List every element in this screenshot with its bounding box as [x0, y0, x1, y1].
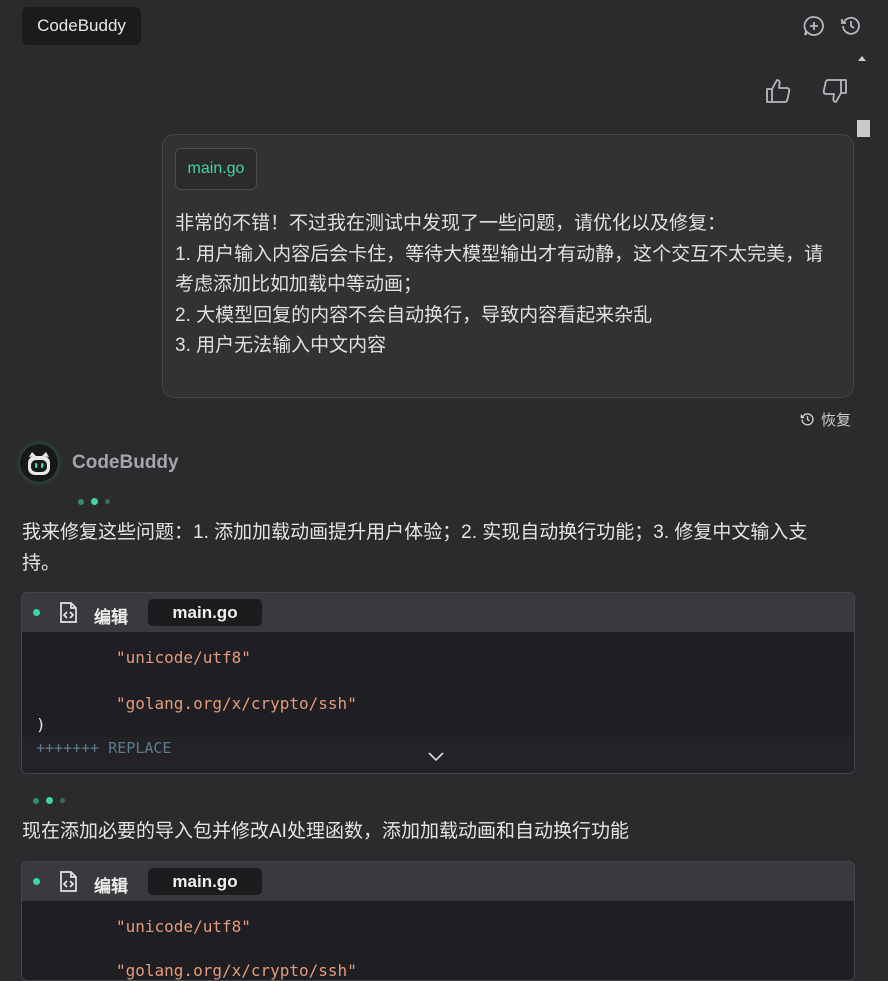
- dot: [60, 798, 65, 803]
- code-file-icon: [59, 602, 78, 628]
- assistant-text: 我来修复这些问题：1. 添加加载动画提升用户体验；2. 实现自动换行功能；3. …: [22, 517, 842, 579]
- message-line: 3. 用户无法输入中文内容: [175, 335, 387, 356]
- user-message-text: 非常的不错！不过我在测试中发现了一些问题，请优化以及修复： 1. 用户输入内容后…: [175, 209, 845, 362]
- dot: [105, 499, 110, 504]
- edit-block-header[interactable]: 编辑 main.go: [22, 862, 854, 901]
- code-line: ): [36, 715, 46, 734]
- code-line: "golang.org/x/crypto/ssh": [116, 961, 357, 980]
- edit-block: 编辑 main.go "unicode/utf8" "golang.org/x/…: [21, 592, 855, 774]
- file-chip[interactable]: main.go: [175, 148, 257, 190]
- scroll-up-arrow[interactable]: [858, 56, 866, 61]
- code-line: +++++++ REPLACE: [36, 739, 172, 757]
- restore-button[interactable]: 恢复: [800, 409, 851, 430]
- file-name-badge[interactable]: main.go: [148, 599, 262, 626]
- dot: [46, 797, 53, 804]
- dot: [33, 797, 39, 804]
- code-line: "golang.org/x/crypto/ssh": [116, 694, 357, 713]
- edit-block: 编辑 main.go "unicode/utf8" "golang.org/x/…: [21, 861, 855, 981]
- text-line: 持。: [22, 553, 61, 574]
- edit-label: 编辑: [94, 608, 128, 627]
- dot: [78, 498, 84, 505]
- thinking-dots: [78, 498, 110, 505]
- status-dot: [33, 878, 40, 885]
- restore-label: 恢复: [821, 412, 852, 429]
- code-line: "unicode/utf8": [116, 917, 251, 936]
- bot-avatar-icon: [28, 452, 50, 475]
- code-file-icon: [59, 871, 78, 897]
- thumbs-down-icon[interactable]: [821, 77, 849, 105]
- scrollbar-thumb[interactable]: [857, 120, 870, 137]
- message-line: 非常的不错！不过我在测试中发现了一些问题，请优化以及修复：: [175, 213, 727, 234]
- message-line: 2. 大模型回复的内容不会自动换行，导致内容看起来杂乱: [175, 304, 653, 326]
- status-dot: [33, 609, 40, 616]
- text-line: 我来修复这些问题：1. 添加加载动画提升用户体验；2. 实现自动换行功能；3. …: [22, 522, 808, 543]
- edit-label: 编辑: [94, 877, 128, 896]
- message-line: 考虑添加比如加载中等动画；: [175, 274, 423, 295]
- bot-name: CodeBuddy: [72, 452, 179, 473]
- thumbs-up-icon[interactable]: [764, 77, 792, 105]
- dot: [91, 498, 98, 505]
- restore-icon: [800, 413, 814, 426]
- user-message-card: main.go 非常的不错！不过我在测试中发现了一些问题，请优化以及修复： 1.…: [162, 134, 854, 398]
- chevron-down-icon[interactable]: [428, 747, 444, 766]
- assistant-text: 现在添加必要的导入包并修改AI处理函数，添加加载动画和自动换行功能: [22, 821, 629, 842]
- history-icon[interactable]: [840, 15, 862, 37]
- file-name-badge[interactable]: main.go: [148, 868, 262, 895]
- message-line: 1. 用户输入内容后会卡住，等待大模型输出才有动静，这个交互不太完美，请: [175, 243, 824, 265]
- add-chat-icon[interactable]: [803, 15, 825, 37]
- thinking-dots: [33, 797, 65, 804]
- avatar: [20, 444, 58, 482]
- edit-block-header[interactable]: 编辑 main.go: [22, 593, 854, 632]
- code-line: "unicode/utf8": [116, 648, 251, 667]
- app-tab-codebuddy[interactable]: CodeBuddy: [22, 7, 141, 45]
